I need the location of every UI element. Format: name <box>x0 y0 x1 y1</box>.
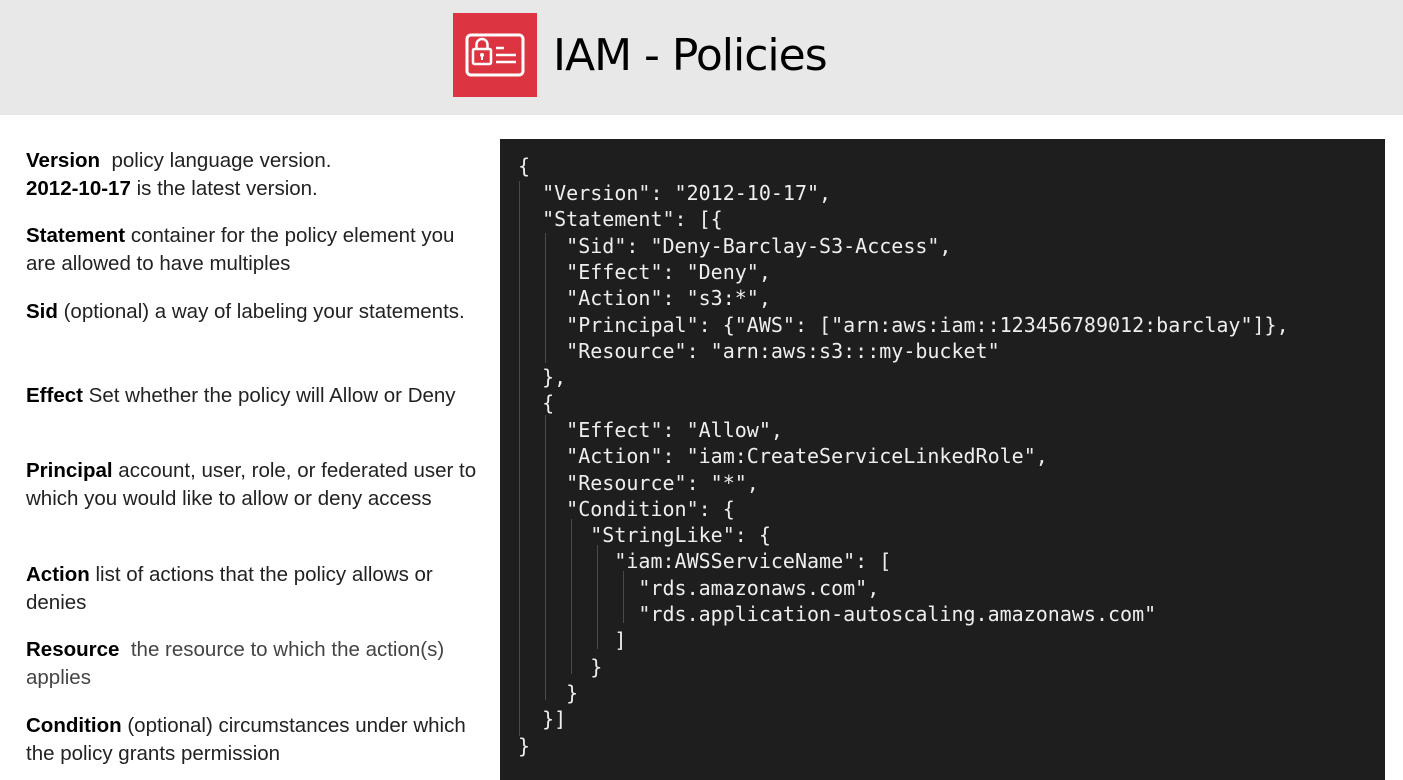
term-resource: Resource <box>26 638 120 661</box>
code-line: "Action": "s3:*", <box>518 286 771 310</box>
code-line: "rds.application-autoscaling.amazonaws.c… <box>518 602 1157 626</box>
definition-statement: Statement container for the policy eleme… <box>26 222 486 278</box>
iam-card-lock-icon <box>453 13 537 97</box>
definition-action: Action list of actions that the policy a… <box>26 561 486 617</box>
term-condition: Condition <box>26 714 122 737</box>
code-line: } <box>518 655 603 679</box>
code-line: "Condition": { <box>518 497 735 521</box>
code-line: ] <box>518 628 627 652</box>
code-line: "Statement": [{ <box>518 207 723 231</box>
code-line: }, <box>518 365 567 389</box>
desc-effect: Set whether the policy will Allow or Den… <box>88 384 456 407</box>
code-line: "Resource": "arn:aws:s3:::my-bucket" <box>518 339 1000 363</box>
code-line: "iam:AWSServiceName": [ <box>518 549 892 573</box>
term-sid: Sid <box>26 300 58 323</box>
code-line: "rds.amazonaws.com", <box>518 576 880 600</box>
term-statement: Statement <box>26 224 126 247</box>
term-action: Action <box>26 563 90 586</box>
code-line: "Action": "iam:CreateServiceLinkedRole", <box>518 444 1048 468</box>
term-principal: Principal <box>26 459 113 482</box>
definition-condition: Condition (optional) circumstances under… <box>26 712 486 768</box>
term-version: Version <box>26 149 101 172</box>
code-line: "Principal": {"AWS": ["arn:aws:iam::1234… <box>518 313 1289 337</box>
desc-version: policy language version. <box>111 149 332 172</box>
slide-header: IAM - Policies <box>0 0 1403 115</box>
code-line: "Version": "2012-10-17", <box>518 181 832 205</box>
term-effect: Effect <box>26 384 83 407</box>
code-line: }] <box>518 707 567 731</box>
json-policy-code-block: { "Version": "2012-10-17", "Statement": … <box>500 139 1385 780</box>
definition-version: Version policy language version. 2012-10… <box>26 147 486 203</box>
desc-sid: (optional) a way of labeling your statem… <box>63 300 465 323</box>
page-title: IAM - Policies <box>553 30 828 81</box>
code-line: } <box>518 681 579 705</box>
code-line: "Effect": "Deny", <box>518 260 771 284</box>
definition-effect: Effect Set whether the policy will Allow… <box>26 382 486 410</box>
definition-resource: Resource the resource to which the actio… <box>26 636 486 692</box>
definition-sid: Sid (optional) a way of labeling your st… <box>26 298 486 326</box>
code-line: { <box>518 391 555 415</box>
code-line: { <box>518 154 531 178</box>
desc-version-date: is the latest version. <box>136 177 318 200</box>
code-line: "Resource": "*", <box>518 471 759 495</box>
code-line: "Sid": "Deny-Barclay-S3-Access", <box>518 234 952 258</box>
code-line: "Effect": "Allow", <box>518 418 783 442</box>
definition-principal: Principal account, user, role, or federa… <box>26 457 486 513</box>
code-line: } <box>518 734 531 758</box>
code-line: "StringLike": { <box>518 523 771 547</box>
term-version-date: 2012-10-17 <box>26 177 131 200</box>
